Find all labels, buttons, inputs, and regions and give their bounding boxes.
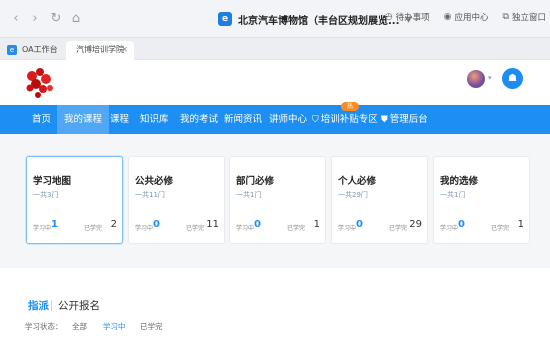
logo: [26, 68, 53, 98]
card-title: 学习地图: [33, 176, 72, 187]
nav-courses[interactable]: 课程: [110, 105, 129, 134]
filter-label: 学习状态：: [25, 322, 63, 331]
window-icon: ⧉: [502, 12, 509, 22]
completed-count: 2: [110, 219, 117, 230]
nav-my-courses[interactable]: 我的课程: [57, 105, 110, 134]
card-personal-required[interactable]: 个人必修 一共29门 学习中 0 已学完 29: [331, 156, 428, 244]
tab-oa[interactable]: e OA工作台: [0, 41, 66, 60]
reload-icon[interactable]: ↻: [48, 11, 64, 27]
clock-icon: ◷: [384, 12, 393, 22]
studying-count: 0: [153, 219, 160, 230]
main-nav: 首页 我的课程 课程 知识库 我的考试 新闻资讯 讲师中心 ⛉ 培训补贴专区 ⛊ 管…: [0, 105, 550, 134]
completed-label: 已学完: [185, 225, 204, 232]
apps-icon: ◉: [443, 12, 452, 22]
completed-count: 1: [517, 219, 524, 230]
tab-bar: e OA工作台 汽博培训学院 ✕: [0, 38, 550, 60]
card-title: 个人必修: [338, 176, 377, 187]
card-subtitle: 一共1门: [440, 191, 466, 199]
address-bar[interactable]: e 北京汽车博物馆（丰台区规划展览... ▼: [218, 9, 412, 29]
card-subtitle: 一共29门: [338, 191, 368, 199]
studying-count: 0: [254, 219, 261, 230]
toolbar-right: ◷ 待办事项 ◉ 应用中心 ⧉ 独立窗口: [385, 11, 546, 23]
studying-count: 0: [458, 219, 465, 230]
site-icon: e: [218, 12, 232, 26]
course-list-section: 指派 公开报名 学习状态： 全部 学习中 已学完: [0, 268, 550, 340]
completed-label: 已学完: [286, 225, 305, 232]
oa-favicon-icon: e: [7, 45, 17, 55]
studying-count: 0: [356, 219, 363, 230]
completed-label: 已学完: [490, 225, 509, 232]
assistant-icon[interactable]: ☗: [502, 68, 523, 89]
tab-label: OA工作台: [22, 45, 58, 54]
nav-home[interactable]: 首页: [32, 105, 51, 134]
tab-label: 汽博培训学院: [76, 45, 124, 54]
filter-completed[interactable]: 已学完: [140, 321, 163, 332]
card-my-electives[interactable]: 我的选修 一共1门 学习中 0 已学完 1: [433, 156, 530, 244]
completed-count: 11: [206, 219, 219, 230]
studying-label: 学习中: [236, 225, 255, 232]
standalone-window-button[interactable]: ⧉ 独立窗口: [503, 11, 546, 23]
card-public-required[interactable]: 公共必修 一共11门 学习中 0 已学完 11: [128, 156, 225, 244]
card-department-required[interactable]: 部门必修 一共1门 学习中 0 已学完 1: [229, 156, 326, 244]
card-title: 我的选修: [440, 176, 479, 187]
studying-count: 1: [51, 219, 58, 230]
studying-label: 学习中: [33, 225, 52, 232]
shield-check-icon: ⛊: [381, 115, 388, 125]
tab-public-signup[interactable]: 公开报名: [58, 298, 100, 313]
shield-icon: ⛉: [312, 115, 319, 125]
todo-button[interactable]: ◷ 待办事项: [385, 11, 430, 23]
filter-all[interactable]: 全部: [72, 321, 87, 332]
card-subtitle: 一共1门: [236, 191, 262, 199]
card-subtitle: 一共3门: [33, 191, 59, 199]
forward-icon[interactable]: ›: [27, 11, 43, 27]
back-icon[interactable]: ‹: [8, 11, 24, 27]
nav-news[interactable]: 新闻资讯: [224, 105, 262, 134]
studying-label: 学习中: [338, 225, 357, 232]
address-title: 北京汽车博物馆（丰台区规划展览...: [238, 15, 400, 27]
chevron-down-icon[interactable]: ▾: [488, 74, 492, 82]
card-subtitle: 一共11门: [135, 191, 165, 199]
nav-lecturer-center[interactable]: 讲师中心: [269, 105, 307, 134]
card-learning-map[interactable]: 学习地图 一共3门 学习中 1 已学完 2: [26, 156, 123, 244]
hot-badge: 热: [341, 102, 359, 111]
completed-label: 已学完: [388, 225, 407, 232]
app-center-button[interactable]: ◉ 应用中心: [444, 11, 489, 23]
nav-my-exams[interactable]: 我的考试: [180, 105, 218, 134]
completed-label: 已学完: [83, 225, 102, 232]
home-icon[interactable]: ⌂: [68, 11, 84, 27]
browser-toolbar: ‹ › ↻ ⌂ e 北京汽车博物馆（丰台区规划展览... ▼ ◷ 待办事项 ◉ 应用…: [0, 0, 550, 38]
studying-label: 学习中: [440, 225, 459, 232]
avatar[interactable]: [467, 70, 485, 88]
nav-knowledge-base[interactable]: 知识库: [140, 105, 169, 134]
divider: [51, 300, 52, 311]
tab-training[interactable]: 汽博培训学院 ✕: [66, 41, 134, 60]
card-title: 公共必修: [135, 176, 174, 187]
tab-assigned[interactable]: 指派: [28, 298, 49, 313]
studying-label: 学习中: [135, 225, 154, 232]
nav-admin[interactable]: ⛊ 管理后台: [381, 105, 428, 134]
completed-count: 29: [409, 219, 422, 230]
filter-studying[interactable]: 学习中: [103, 321, 126, 332]
card-title: 部门必修: [236, 176, 275, 187]
close-icon[interactable]: ✕: [121, 41, 128, 59]
site-header: ▾ ☗: [0, 60, 550, 105]
course-cards: 学习地图 一共3门 学习中 1 已学完 2 公共必修 一共11门 学习中 0 已…: [0, 134, 550, 268]
completed-count: 1: [313, 219, 320, 230]
